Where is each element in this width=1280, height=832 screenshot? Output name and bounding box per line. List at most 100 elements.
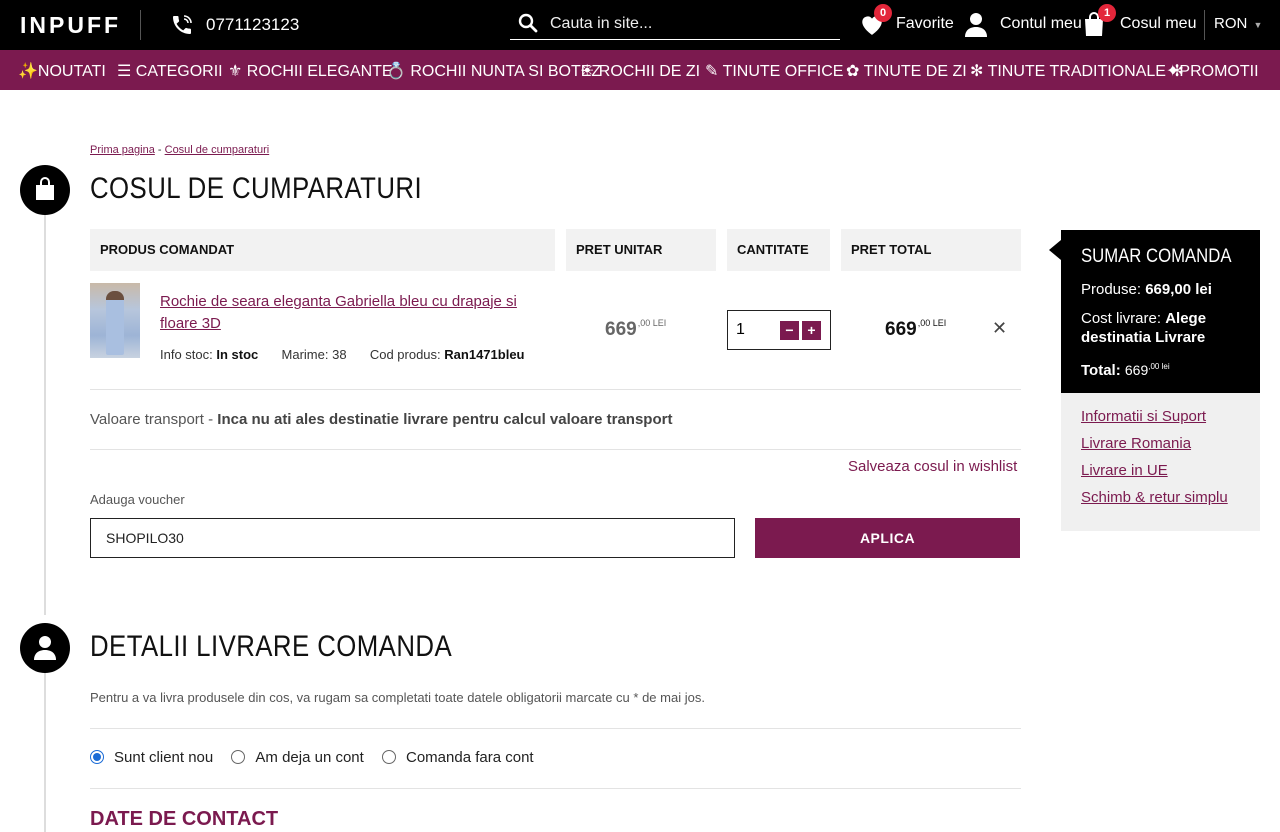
nav-item-rochii-nunta[interactable]: 💍 ROCHII NUNTA SI BOTEZ [386, 61, 601, 81]
unit-price-decimals: ,00 LEI [637, 318, 667, 328]
cart-count-badge: 1 [1098, 4, 1116, 22]
breadcrumb-home-link[interactable]: Prima pagina [90, 144, 155, 156]
breadcrumb-current-link[interactable]: Cosul de cumparaturi [165, 144, 270, 156]
site-logo[interactable]: INPUFF [20, 12, 121, 39]
customer-type-options: Sunt client nou Am deja un cont Comanda … [90, 749, 548, 766]
transport-label: Valoare transport - [90, 411, 214, 428]
radio-checked-icon[interactable] [90, 750, 104, 764]
quantity-input[interactable] [736, 319, 766, 341]
timeline-line [44, 672, 46, 832]
voucher-label: Adauga voucher [90, 492, 185, 507]
breadcrumb-separator: - [157, 144, 162, 156]
order-summary: SUMAR COMANDA Produse: 669,00 lei Cost l… [1049, 230, 1260, 393]
option-new-client[interactable]: Sunt client nou [90, 749, 213, 766]
summary-total-decimals: ,00 lei [1148, 362, 1170, 371]
option-guest-order-label: Comanda fara cont [406, 749, 534, 766]
option-new-client-label: Sunt client nou [114, 749, 214, 766]
user-icon [34, 636, 56, 660]
option-existing-account-label: Am deja un cont [255, 749, 364, 766]
search-icon[interactable] [518, 13, 538, 33]
phone-icon [173, 15, 192, 34]
phone-number[interactable]: 0771123123 [206, 15, 299, 35]
remove-item-close-icon[interactable]: ✕ [992, 318, 1007, 339]
currency-selector[interactable]: RON ▼ [1214, 15, 1262, 32]
summary-title: SUMAR COMANDA [1081, 246, 1232, 267]
divider [140, 10, 141, 40]
divider [90, 449, 1021, 450]
transport-value: Inca nu ati ales destinatie livrare pent… [217, 411, 673, 428]
account-link[interactable]: Contul meu [1000, 15, 1082, 33]
nav-item-tinute-traditionale[interactable]: ✻ TINUTE TRADITIONALE ✻ [970, 61, 1184, 81]
user-icon[interactable] [964, 11, 988, 37]
column-header-unit-price: PRET UNITAR [566, 229, 716, 271]
quantity-stepper: − + [727, 310, 831, 350]
summary-products-value: 669,00 lei [1145, 281, 1212, 298]
top-bar: INPUFF 0771123123 0 Favorite Contul meu … [0, 0, 1280, 50]
favorites-link[interactable]: Favorite [896, 15, 954, 33]
cart-table-header: PRODUS COMANDAT PRET UNITAR CANTITATE PR… [90, 229, 1021, 271]
transport-info: Valoare transport - Inca nu ati ales des… [90, 411, 672, 428]
search-input[interactable] [550, 12, 830, 36]
size-label: Marime: [281, 347, 329, 362]
summary-shipping-label: Cost livrare: [1081, 310, 1162, 327]
product-meta: Info stoc: In stoc Marime: 38 Cod produs… [160, 347, 524, 362]
summary-total-label: Total: [1081, 362, 1121, 379]
timeline-line [44, 215, 46, 615]
divider [90, 728, 1021, 729]
info-links-box: Informatii si Suport Livrare Romania Liv… [1061, 393, 1260, 531]
caret-down-icon: ▼ [1253, 20, 1263, 30]
decrease-quantity-button[interactable]: − [780, 321, 799, 340]
unit-price: 669,00 LEI [605, 318, 666, 341]
save-to-wishlist-link[interactable]: Salveaza cosul in wishlist [848, 458, 1017, 475]
search-bar [510, 10, 840, 40]
radio-icon[interactable] [231, 750, 246, 764]
stock-value: In stoc [216, 347, 259, 362]
product-name-link[interactable]: Rochie de seara eleganta Gabriella bleu … [160, 291, 540, 335]
total-price-value: 669 [885, 319, 917, 340]
divider [90, 389, 1021, 390]
delivery-eu-link[interactable]: Livrare in UE [1081, 462, 1240, 479]
column-header-product: PRODUS COMANDAT [90, 229, 555, 271]
option-existing-account[interactable]: Am deja un cont [231, 749, 364, 766]
voucher-input[interactable] [90, 518, 735, 558]
cart-title: COSUL DE CUMPARATURI [90, 172, 423, 205]
code-value: Ran1471bleu [444, 347, 525, 362]
apply-voucher-button[interactable]: APLICA [755, 518, 1020, 558]
delivery-description: Pentru a va livra produsele din cos, va … [90, 690, 705, 705]
product-thumbnail[interactable] [90, 283, 140, 358]
summary-products-label: Produse: [1081, 281, 1142, 298]
cart-link[interactable]: Cosul meu [1120, 15, 1196, 33]
nav-item-categorii[interactable]: ☰ CATEGORII [117, 61, 223, 81]
shopping-bag-icon [36, 177, 54, 200]
nav-item-rochii-elegante[interactable]: ⚜ ROCHII ELEGANTE [228, 61, 393, 81]
stock-label: Info stoc: [160, 347, 213, 362]
exchange-return-link[interactable]: Schimb & retur simplu [1081, 489, 1240, 506]
breadcrumb: Prima pagina - Cosul de cumparaturi [90, 144, 269, 156]
nav-item-tinute-office[interactable]: ✎ TINUTE OFFICE [705, 61, 843, 81]
summary-total: Total: 669,00 lei [1081, 357, 1240, 380]
delivery-romania-link[interactable]: Livrare Romania [1081, 435, 1240, 452]
favorites-count-badge: 0 [874, 4, 892, 22]
option-guest-order[interactable]: Comanda fara cont [382, 749, 534, 766]
column-header-quantity: CANTITATE [727, 229, 830, 271]
nav-item-tinute-de-zi[interactable]: ✿ TINUTE DE ZI [846, 61, 967, 81]
total-price-decimals: ,00 LEI [917, 318, 947, 328]
code-label: Cod produs: [369, 347, 441, 362]
summary-products: Produse: 669,00 lei [1081, 280, 1240, 299]
delivery-step-icon [20, 623, 70, 673]
nav-item-promotii[interactable]: ✦PROMOTII [1166, 61, 1259, 81]
divider [1204, 10, 1205, 40]
summary-shipping: Cost livrare: Alege destinatia Livrare [1081, 309, 1240, 347]
cart-step-icon [20, 165, 70, 215]
contact-section-title: DATE DE CONTACT [90, 808, 279, 830]
increase-quantity-button[interactable]: + [802, 321, 821, 340]
radio-icon[interactable] [382, 750, 396, 764]
nav-item-rochii-de-zi[interactable]: ☀ ROCHII DE ZI [580, 61, 700, 81]
size-value: 38 [332, 347, 347, 362]
total-price: 669,00 LEI [885, 318, 946, 341]
nav-item-noutati[interactable]: ✨NOUTATI [18, 61, 106, 81]
summary-total-value: 669 [1124, 362, 1149, 378]
currency-label: RON [1214, 15, 1248, 32]
main-nav: ✨NOUTATI ☰ CATEGORII ⚜ ROCHII ELEGANTE 💍… [0, 50, 1280, 90]
info-support-link[interactable]: Informatii si Suport [1081, 408, 1240, 425]
